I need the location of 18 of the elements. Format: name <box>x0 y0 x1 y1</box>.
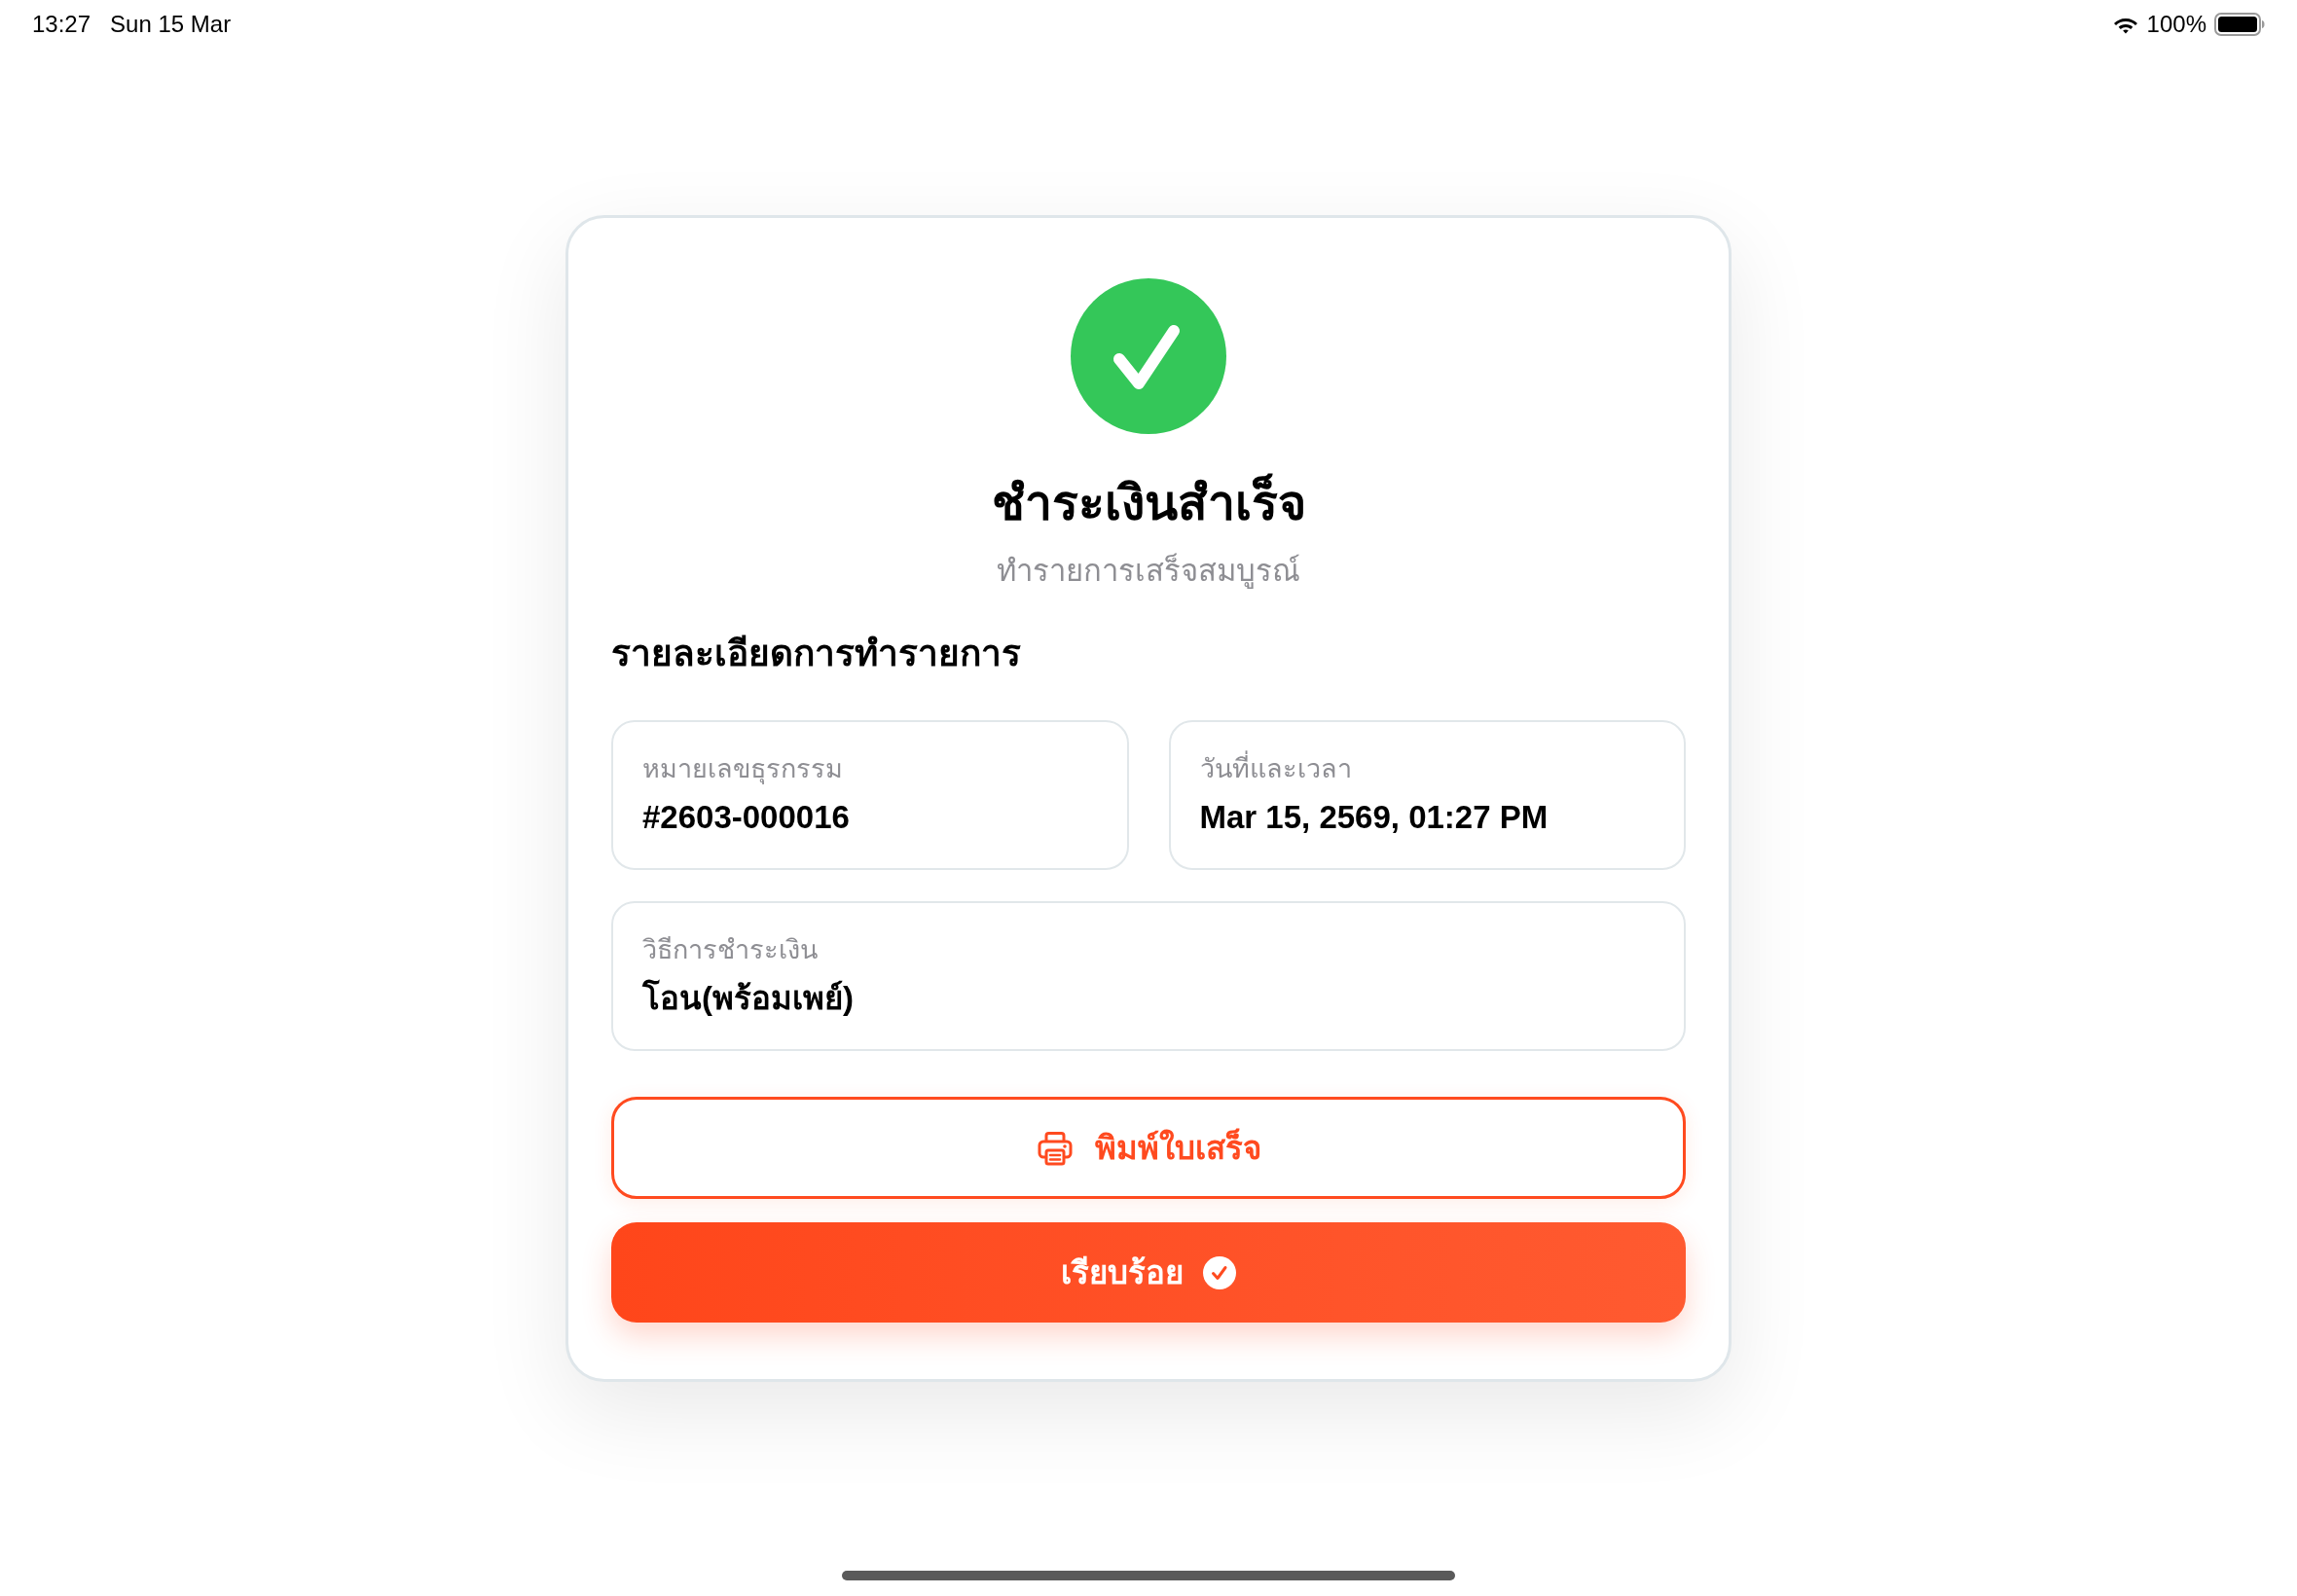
detail-label: หมายเลขธุรกรรม <box>642 752 843 786</box>
detail-label: วันที่และเวลา <box>1199 749 1352 788</box>
detail-value: โอน(พร้อมเพย์) <box>642 978 854 1018</box>
battery-icon <box>2214 13 2265 36</box>
battery-percentage: 100% <box>2146 10 2206 39</box>
detail-value: Mar 15, 2569, 01:27 PM <box>1199 798 1549 837</box>
detail-label: วิธีการชำระเงิน <box>642 933 818 966</box>
success-check-icon <box>1071 278 1226 434</box>
printer-icon <box>1036 1129 1074 1167</box>
check-circle-icon <box>1203 1255 1236 1289</box>
status-date: Sun 15 Mar <box>110 10 232 39</box>
section-heading: รายละเอียดการทำรายการ <box>611 632 1021 676</box>
success-title: ชำระเงินสำเร็จ <box>991 473 1306 533</box>
print-receipt-button[interactable]: พิมพ์ใบเสร็จ <box>611 1097 1686 1199</box>
detail-value: #2603-000016 <box>642 798 850 837</box>
status-time: 13:27 <box>32 10 91 39</box>
success-subtitle: ทำรายการเสร็จสมบูรณ์ <box>997 552 1300 590</box>
done-button[interactable]: เรียบร้อย <box>611 1222 1686 1323</box>
